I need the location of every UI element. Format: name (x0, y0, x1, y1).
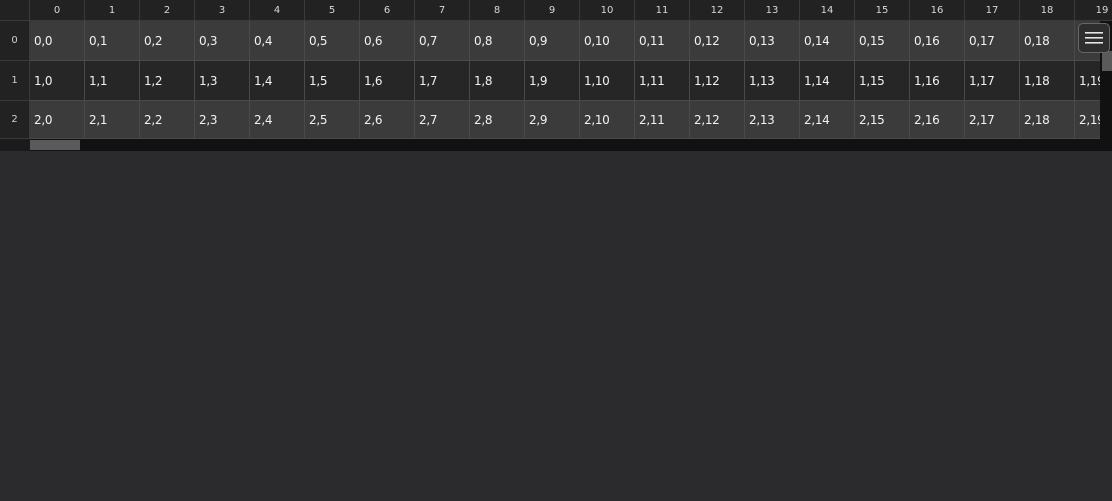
scrollbar-gutter (0, 139, 30, 151)
grid-cell[interactable]: 1,17 (965, 61, 1020, 101)
column-header[interactable]: 10 (580, 0, 635, 21)
grid-cell[interactable]: 0,4 (250, 21, 305, 61)
grid-cell[interactable]: 0,0 (30, 21, 85, 61)
grid-cell[interactable]: 0,16 (910, 21, 965, 61)
grid-corner-cell (0, 0, 30, 21)
column-header[interactable]: 19 (1075, 0, 1112, 21)
column-header-row: 0 1 2 3 4 5 6 7 8 9 10 11 12 13 14 15 16 17 18 19 (30, 0, 1112, 21)
grid-cell[interactable]: 0,7 (415, 21, 470, 61)
grid-cell[interactable]: 0,14 (800, 21, 855, 61)
grid-cell[interactable]: 2,0 (30, 101, 85, 139)
grid-cell[interactable]: 2,2 (140, 101, 195, 139)
column-header[interactable]: 14 (800, 0, 855, 21)
row-header[interactable]: 2 (0, 101, 30, 139)
grid-cell[interactable]: 1,12 (690, 61, 745, 101)
grid-cell[interactable]: 1,1 (85, 61, 140, 101)
grid-cell[interactable]: 0,10 (580, 21, 635, 61)
grid-cell[interactable]: 2,18 (1020, 101, 1075, 139)
grid-cell[interactable]: 0,11 (635, 21, 690, 61)
column-header[interactable]: 8 (470, 0, 525, 21)
grid-cell[interactable]: 2,13 (745, 101, 800, 139)
grid-cell[interactable]: 0,18 (1020, 21, 1075, 61)
grid-cell[interactable]: 2,16 (910, 101, 965, 139)
grid-cell[interactable]: 1,11 (635, 61, 690, 101)
row-header[interactable]: 1 (0, 61, 30, 101)
grid-cell[interactable]: 2,15 (855, 101, 910, 139)
grid-cell[interactable]: 2,14 (800, 101, 855, 139)
column-header[interactable]: 9 (525, 0, 580, 21)
horizontal-scrollbar[interactable] (30, 139, 1100, 151)
hamburger-menu-icon (1085, 32, 1103, 44)
grid-cell[interactable]: 0,3 (195, 21, 250, 61)
grid-cell[interactable]: 1,13 (745, 61, 800, 101)
column-header[interactable]: 6 (360, 0, 415, 21)
column-header[interactable]: 7 (415, 0, 470, 21)
grid-cell[interactable]: 1,5 (305, 61, 360, 101)
grid-cell[interactable]: 1,3 (195, 61, 250, 101)
grid-cell[interactable]: 1,15 (855, 61, 910, 101)
grid-cell[interactable]: 0,17 (965, 21, 1020, 61)
grid-cell[interactable]: 1,18 (1020, 61, 1075, 101)
grid-cell[interactable]: 1,6 (360, 61, 415, 101)
grid-cell[interactable]: 0,9 (525, 21, 580, 61)
grid-cell[interactable]: 0,5 (305, 21, 360, 61)
column-header[interactable]: 4 (250, 0, 305, 21)
grid-cell[interactable]: 2,5 (305, 101, 360, 139)
column-header[interactable]: 12 (690, 0, 745, 21)
grid-cell[interactable]: 2,3 (195, 101, 250, 139)
table-row: 2,0 2,1 2,2 2,3 2,4 2,5 2,6 2,7 2,8 2,9 2,10 2,11 2,… (30, 101, 1100, 139)
table-row: 0,0 0,1 0,2 0,3 0,4 0,5 0,6 0,7 0,8 0,9 0,10 0,11 0,… (30, 21, 1100, 61)
grid-cell[interactable]: 0,8 (470, 21, 525, 61)
column-header[interactable]: 13 (745, 0, 800, 21)
grid-cell[interactable]: 0,12 (690, 21, 745, 61)
vertical-scrollbar-thumb[interactable] (1102, 51, 1112, 71)
column-header[interactable]: 2 (140, 0, 195, 21)
column-header[interactable]: 18 (1020, 0, 1075, 21)
grid-cell[interactable]: 2,12 (690, 101, 745, 139)
grid-cell[interactable]: 1,14 (800, 61, 855, 101)
column-header[interactable]: 5 (305, 0, 360, 21)
column-header[interactable]: 16 (910, 0, 965, 21)
grid-cell[interactable]: 1,16 (910, 61, 965, 101)
grid-cell[interactable]: 2,7 (415, 101, 470, 139)
grid-cell[interactable]: 1,10 (580, 61, 635, 101)
column-header[interactable]: 3 (195, 0, 250, 21)
grid-cell[interactable]: 0,6 (360, 21, 415, 61)
grid-cell[interactable]: 2,8 (470, 101, 525, 139)
grid-cell[interactable]: 1,9 (525, 61, 580, 101)
data-grid: 0 1 2 3 4 5 6 7 8 9 10 11 12 13 14 15 16 17 18 19 012 0,0 0,… (0, 0, 1112, 151)
grid-cell[interactable]: 2,1 (85, 101, 140, 139)
horizontal-scrollbar-thumb[interactable] (30, 140, 80, 150)
grid-cell[interactable]: 2,11 (635, 101, 690, 139)
column-header[interactable]: 1 (85, 0, 140, 21)
grid-body: 0,0 0,1 0,2 0,3 0,4 0,5 0,6 0,7 0,8 0,9 0,10 0,11 0,… (30, 21, 1100, 139)
grid-cell[interactable]: 2,4 (250, 101, 305, 139)
grid-cell[interactable]: 2,10 (580, 101, 635, 139)
column-header[interactable]: 15 (855, 0, 910, 21)
grid-cell[interactable]: 1,19 (1075, 61, 1100, 101)
grid-cell[interactable]: 2,9 (525, 101, 580, 139)
grid-cell[interactable]: 0,2 (140, 21, 195, 61)
grid-cell[interactable]: 1,2 (140, 61, 195, 101)
grid-cell[interactable]: 2,17 (965, 101, 1020, 139)
column-header[interactable]: 11 (635, 0, 690, 21)
table-row: 1,0 1,1 1,2 1,3 1,4 1,5 1,6 1,7 1,8 1,9 1,10 1,11 1,… (30, 61, 1100, 101)
grid-cell[interactable]: 1,7 (415, 61, 470, 101)
grid-cell[interactable]: 0,13 (745, 21, 800, 61)
grid-cell[interactable]: 1,8 (470, 61, 525, 101)
column-header[interactable]: 17 (965, 0, 1020, 21)
grid-menu-button[interactable] (1078, 23, 1110, 53)
row-header[interactable]: 0 (0, 21, 30, 61)
grid-cell[interactable]: 2,6 (360, 101, 415, 139)
row-header-column: 012 (0, 21, 30, 139)
column-header[interactable]: 0 (30, 0, 85, 21)
grid-cell[interactable]: 1,0 (30, 61, 85, 101)
grid-cell[interactable]: 0,15 (855, 21, 910, 61)
grid-cell[interactable]: 1,4 (250, 61, 305, 101)
grid-cell[interactable]: 0,1 (85, 21, 140, 61)
grid-cell[interactable]: 2,19 (1075, 101, 1100, 139)
